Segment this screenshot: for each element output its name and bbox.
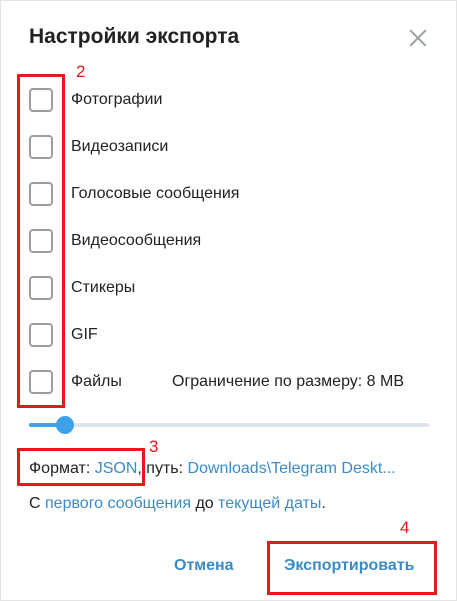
range-from-prefix: С [29,495,41,512]
option-label: Видеозаписи [71,138,169,155]
annotation-box-2 [17,74,65,408]
annotation-number-3: 3 [149,437,159,456]
option-label: Стикеры [71,279,136,296]
option-label: GIF [71,326,98,343]
size-limit-label: Ограничение по размеру: 8 MB [172,373,405,390]
annotation-box-3 [17,448,145,486]
path-value-link[interactable]: Downloads\Telegram Deskt... [188,460,396,477]
size-limit-slider[interactable] [29,423,429,427]
cancel-button[interactable]: Отмена [174,557,234,575]
close-icon[interactable] [405,25,431,51]
option-label: Файлы [71,373,122,390]
export-settings-dialog: Настройки экспорта Фотографии Видеозапис… [0,0,457,601]
range-line: С первого сообщения до текущей даты. [29,495,326,513]
option-label: Фотографии [71,91,163,108]
range-to-prefix: до [195,495,214,512]
annotation-number-4: 4 [400,518,410,537]
annotation-box-4 [267,541,437,595]
dialog-title: Настройки экспорта [29,25,240,48]
option-label: Голосовые сообщения [71,185,240,202]
slider-thumb[interactable] [56,416,74,434]
range-to-link[interactable]: текущей даты [218,495,321,512]
range-suffix: . [321,495,326,512]
range-from-link[interactable]: первого сообщения [45,495,191,512]
annotation-number-2: 2 [76,62,86,81]
option-label: Видеосообщения [71,232,202,249]
